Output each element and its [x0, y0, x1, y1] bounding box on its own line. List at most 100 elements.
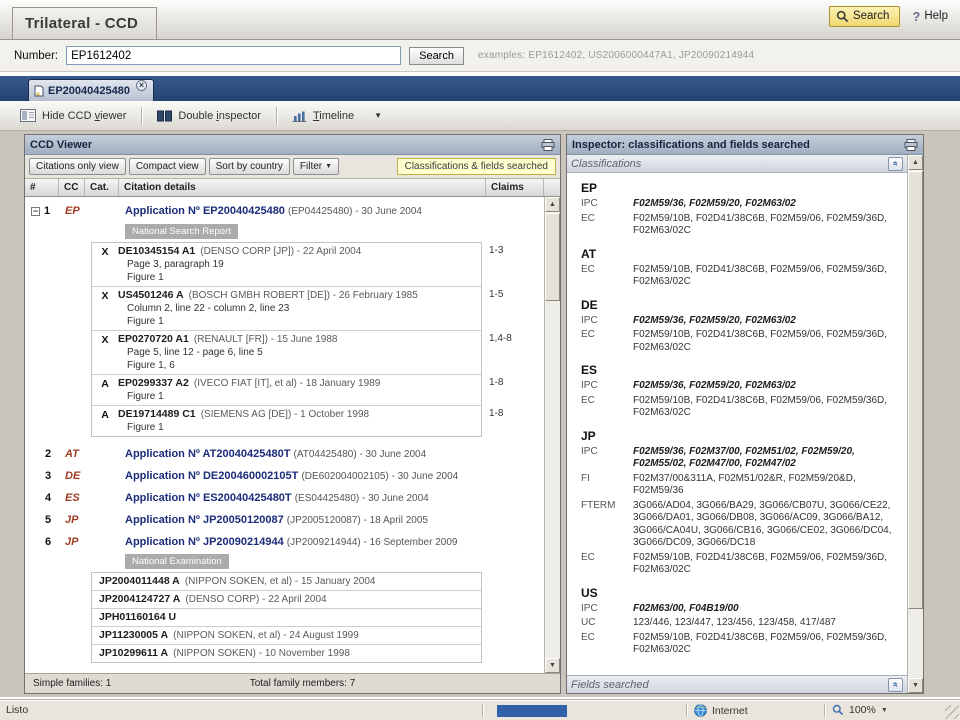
inspector-panel: Inspector: classifications and fields se…	[566, 134, 924, 694]
scheme-label: IPC	[581, 380, 633, 393]
citation-row[interactable]: X EP0270720 A1 (RENAULT [FR]) - 15 June …	[92, 330, 481, 374]
country-code: US	[581, 586, 901, 600]
compact-view-button[interactable]: Compact view	[129, 158, 206, 175]
citations-only-view-button[interactable]: Citations only view	[29, 158, 126, 175]
global-search-label: Search	[853, 10, 889, 22]
citation-row[interactable]: X DE10345154 A1 (DENSO CORP [JP]) - 22 A…	[92, 243, 481, 286]
inspector-scrollbar[interactable]: ▲ ▼	[907, 155, 923, 693]
citation-number-link[interactable]: DE10345154 A1	[118, 245, 195, 257]
scheme-label: IPC	[581, 315, 633, 328]
citation-number-link[interactable]: US4501246 A	[118, 289, 184, 301]
scroll-up-button[interactable]: ▲	[908, 155, 923, 170]
fields-searched-section-bar: Fields searched «	[567, 675, 907, 693]
classification-codes: F02M59/10B, F02D41/38C6B, F02M59/06, F02…	[633, 552, 901, 577]
toolbar-separator	[276, 107, 277, 125]
citation-row[interactable]: JP2004011448 A (NIPPON SOKEN, et al) - 1…	[92, 573, 481, 590]
application-link[interactable]: Application Nº AT20040425480T	[125, 448, 290, 460]
family-country-code: JP	[65, 513, 91, 527]
citation-number-link[interactable]: JPH01160164 U	[99, 611, 176, 623]
citation-row[interactable]: JP2004124727 A (DENSO CORP) - 22 April 2…	[92, 590, 481, 608]
application-link[interactable]: Application Nº EP20040425480	[125, 205, 285, 217]
help-button[interactable]: ? Help	[912, 9, 948, 24]
family-row[interactable]: 3 DE Application Nº DE200460002105T (DE6…	[25, 465, 544, 487]
print-icon[interactable]	[904, 139, 918, 151]
tab-ep20040425480[interactable]: EP20040425480 ×	[28, 79, 154, 101]
citation-detail: (BOSCH GMBH ROBERT [DE]) - 26 February 1…	[189, 290, 418, 301]
citation-number-link[interactable]: JP2004011448 A	[99, 575, 180, 587]
search-icon	[836, 10, 849, 23]
application-extra: (ES04425480) - 30 June 2004	[295, 493, 429, 504]
collapse-section-button[interactable]: «	[888, 678, 903, 692]
scheme-label: EC	[581, 264, 633, 289]
collapse-section-button[interactable]: «	[888, 157, 903, 171]
national-search-report-badge: National Search Report	[125, 224, 238, 239]
citation-detail: (DENSO CORP [JP]) - 22 April 2004	[200, 246, 361, 257]
scheme-label: EC	[581, 213, 633, 238]
application-link[interactable]: Application Nº JP20050120087	[125, 514, 284, 526]
status-text: Listo	[6, 704, 28, 716]
number-input[interactable]	[66, 46, 401, 65]
application-extra: (DE602004002105) - 30 June 2004	[301, 471, 458, 482]
classification-codes: 3G066/AD04, 3G066/BA29, 3G066/CB07U, 3G0…	[633, 500, 901, 550]
chevron-down-icon[interactable]: ▼	[881, 707, 888, 714]
chevron-up-icon: «	[891, 682, 900, 687]
citation-row[interactable]: JP10299611 A (NIPPON SOKEN) - 10 Novembe…	[92, 644, 481, 662]
double-inspector-button[interactable]: Double inspector	[151, 107, 267, 125]
citation-list: X DE10345154 A1 (DENSO CORP [JP]) - 22 A…	[91, 242, 482, 437]
zoom-control[interactable]: 100% ▼	[832, 704, 888, 716]
resize-grip[interactable]	[945, 705, 959, 719]
scroll-up-button[interactable]: ▲	[545, 197, 560, 212]
family-row[interactable]: 2 AT Application Nº AT20040425480T (AT04…	[25, 443, 544, 465]
filter-button[interactable]: Filter▼	[293, 158, 339, 175]
citation-row[interactable]: A DE19714489 C1 (SIEMENS AG [DE]) - 1 Oc…	[92, 405, 481, 436]
classification-codes: F02M59/10B, F02D41/38C6B, F02M59/06, F02…	[633, 395, 901, 420]
citation-number-link[interactable]: DE19714489 C1	[118, 408, 196, 420]
citation-row[interactable]: JP11230005 A (NIPPON SOKEN, et al) - 24 …	[92, 626, 481, 644]
number-search-button[interactable]: Search	[409, 47, 464, 65]
classification-codes: F02M59/36, F02M59/20, F02M63/02	[633, 198, 901, 211]
statusbar-separator	[824, 704, 825, 717]
country-code: AT	[581, 247, 901, 261]
citation-number-link[interactable]: JP11230005 A	[99, 629, 168, 641]
ccd-viewer-panel: CCD Viewer Citations only view Compact v…	[24, 134, 561, 694]
timeline-button[interactable]: Timeline	[286, 107, 360, 125]
print-icon[interactable]	[541, 139, 555, 151]
family-row[interactable]: 6 JP Application Nº JP20090214944 (JP200…	[25, 531, 544, 553]
help-icon: ?	[912, 9, 920, 24]
citation-number-link[interactable]: JP2004124727 A	[99, 593, 180, 605]
citation-row[interactable]: X US4501246 A (BOSCH GMBH ROBERT [DE]) -…	[92, 286, 481, 330]
family-row[interactable]: 5 JP Application Nº JP20050120087 (JP200…	[25, 509, 544, 531]
close-icon[interactable]: ×	[136, 80, 147, 91]
collapse-family-icon[interactable]: −	[31, 207, 40, 216]
column-cc: CC	[59, 179, 85, 196]
citation-number-link[interactable]: JP10299611 A	[99, 647, 168, 659]
family-row[interactable]: − 1 EP Application Nº EP20040425480 (EP0…	[25, 199, 544, 223]
global-search-button[interactable]: Search	[829, 6, 900, 27]
globe-icon	[694, 704, 707, 717]
double-inspector-label: Double inspector	[178, 110, 261, 122]
classification-codes: F02M63/00, F04B19/00	[633, 603, 901, 616]
classification-codes: F02M59/36, F02M59/20, F02M63/02	[633, 315, 901, 328]
citation-row[interactable]: JPH01160164 U	[92, 608, 481, 626]
hide-ccd-viewer-button[interactable]: Hide CCD viewer	[14, 106, 132, 125]
application-link[interactable]: Application Nº DE200460002105T	[125, 470, 298, 482]
citation-row[interactable]: A EP0299337 A2 (IVECO FIAT [IT], et al) …	[92, 374, 481, 405]
application-link[interactable]: Application Nº JP20090214944	[125, 536, 284, 548]
family-row[interactable]: 4 ES Application Nº ES20040425480T (ES04…	[25, 487, 544, 509]
scroll-down-button[interactable]: ▼	[545, 658, 560, 673]
scroll-down-button[interactable]: ▼	[908, 678, 923, 693]
family-number: 6	[31, 535, 65, 549]
citation-number-link[interactable]: EP0299337 A2	[118, 377, 189, 389]
timeline-chart-icon	[292, 110, 307, 122]
family-number: 2	[31, 447, 65, 461]
scrollbar-thumb[interactable]	[908, 171, 923, 609]
citation-passage: Figure 1, 6	[127, 359, 477, 372]
application-link[interactable]: Application Nº ES20040425480T	[125, 492, 292, 504]
family-country-code: AT	[65, 447, 91, 461]
classifications-fields-searched-button[interactable]: Classifications & fields searched	[397, 158, 556, 175]
ccd-scrollbar[interactable]: ▲ ▼	[544, 197, 560, 673]
timeline-dropdown-caret[interactable]: ▼	[369, 109, 387, 122]
scrollbar-thumb[interactable]	[545, 213, 560, 301]
citation-number-link[interactable]: EP0270720 A1	[118, 333, 189, 345]
sort-by-country-button[interactable]: Sort by country	[209, 158, 290, 175]
